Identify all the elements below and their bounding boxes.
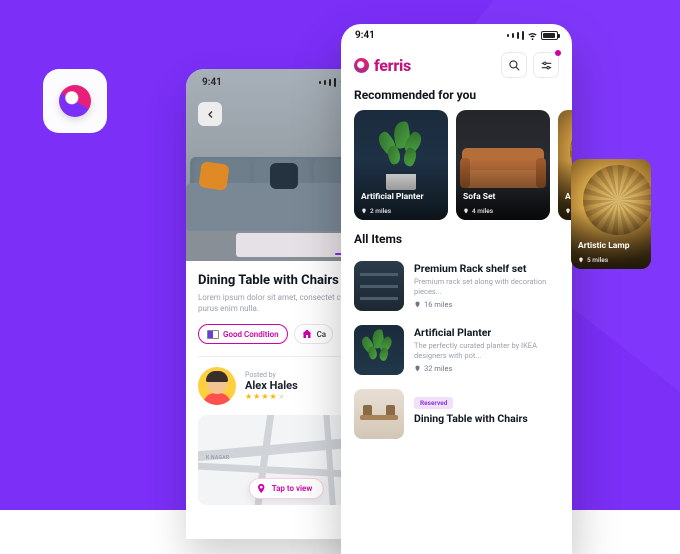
card-distance: 2 miles xyxy=(361,207,391,215)
item-title: Premium Rack shelf set xyxy=(414,262,559,275)
wifi-icon xyxy=(527,30,538,41)
home-feed-screen: 9:41 ferris Recommended for you Art xyxy=(341,24,572,554)
tap-to-view-chip[interactable]: Tap to view xyxy=(249,478,324,499)
item-subtitle: Premium rack set along with decoration p… xyxy=(414,277,559,297)
status-time: 9:41 xyxy=(355,30,375,41)
item-thumbnail xyxy=(354,325,404,375)
category-label: Ca xyxy=(317,330,327,339)
category-badge[interactable]: Ca xyxy=(294,324,334,344)
ferris-logo-icon xyxy=(354,58,369,73)
card-title: Sofa Set xyxy=(463,192,495,202)
recommendation-card[interactable]: Artificial Planter 2 miles xyxy=(354,110,448,220)
condition-label: Good Condition xyxy=(223,330,279,339)
brand-logo[interactable]: ferris xyxy=(354,56,411,75)
condition-icon xyxy=(207,330,219,339)
rating-stars: ★★★★★ xyxy=(245,392,298,401)
condition-badge[interactable]: Good Condition xyxy=(198,324,288,344)
card-distance: 4 miles xyxy=(463,207,493,215)
map-area-label: K NAGAR xyxy=(206,455,229,461)
search-icon xyxy=(508,59,521,72)
app-launcher-icon[interactable] xyxy=(43,69,107,133)
item-thumbnail xyxy=(354,261,404,311)
status-bar: 9:41 xyxy=(341,24,572,46)
back-button[interactable] xyxy=(198,102,222,126)
posted-by-label: Posted by xyxy=(245,371,298,379)
item-distance: 32 miles xyxy=(414,364,559,373)
seller-name: Alex Hales xyxy=(245,379,298,392)
list-item[interactable]: Premium Rack shelf set Premium rack set … xyxy=(354,254,559,318)
sliders-icon xyxy=(540,59,553,72)
filter-button[interactable] xyxy=(533,52,559,78)
item-title: Artificial Planter xyxy=(414,326,559,339)
status-time: 9:41 xyxy=(202,77,222,88)
app-header: ferris xyxy=(341,46,572,88)
item-subtitle: The perfectly curated planter by IKEA de… xyxy=(414,341,559,361)
item-distance: 16 miles xyxy=(414,300,559,309)
recommended-carousel[interactable]: Artificial Planter 2 miles Sofa Set 4 mi… xyxy=(341,110,572,220)
card-distance: 5 miles xyxy=(578,256,608,264)
recommendation-card-overflow[interactable]: Artistic Lamp 5 miles xyxy=(571,159,651,269)
recommended-heading: Recommended for you xyxy=(341,88,572,110)
recommendation-card[interactable]: Sofa Set 4 miles xyxy=(456,110,550,220)
reserved-chip: Reserved xyxy=(414,397,453,409)
list-item[interactable]: Reserved Dining Table with Chairs xyxy=(354,382,559,446)
item-title: Dining Table with Chairs xyxy=(414,412,559,425)
pin-icon xyxy=(256,483,267,494)
list-item[interactable]: Artificial Planter The perfectly curated… xyxy=(354,318,559,382)
card-title: Artificial Planter xyxy=(361,192,424,202)
brand-wordmark: ferris xyxy=(374,56,411,75)
search-button[interactable] xyxy=(501,52,527,78)
battery-icon xyxy=(541,31,558,40)
ferris-logo-icon xyxy=(59,85,91,117)
item-thumbnail xyxy=(354,389,404,439)
filter-active-dot xyxy=(555,50,561,56)
home-icon xyxy=(301,328,313,340)
avatar xyxy=(198,367,236,405)
tap-to-view-label: Tap to view xyxy=(272,484,313,493)
all-items-list: Premium Rack shelf set Premium rack set … xyxy=(341,254,572,446)
chevron-left-icon xyxy=(206,110,215,119)
all-items-heading: All Items xyxy=(341,220,572,254)
card-title: Artistic Lamp xyxy=(578,241,629,251)
recommendation-card[interactable]: Artistic Lamp 5 miles xyxy=(558,110,572,220)
status-indicators xyxy=(507,30,558,41)
